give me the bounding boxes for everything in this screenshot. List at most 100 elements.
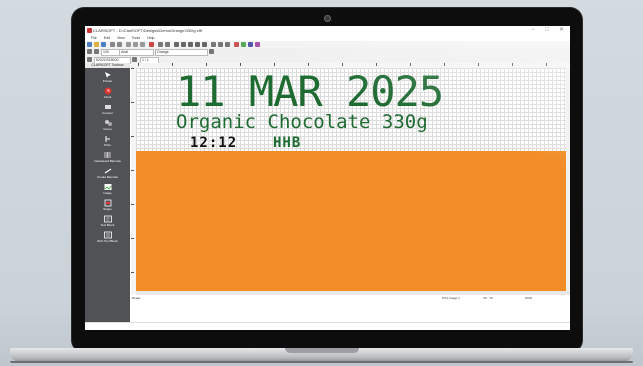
maximize-button[interactable]: □ xyxy=(545,26,549,35)
ruler-icon[interactable] xyxy=(218,42,223,47)
ruler-tick xyxy=(131,238,134,239)
connect-icon[interactable] xyxy=(241,42,246,47)
tool-interleaved-barcode[interactable]: Interleaved Barcode xyxy=(85,151,130,163)
next-icon[interactable] xyxy=(132,57,137,62)
ruler-tick xyxy=(131,68,134,69)
ruler-tick xyxy=(138,63,139,66)
zoom-out-icon[interactable] xyxy=(94,49,99,54)
save-icon[interactable] xyxy=(101,42,106,47)
tool-label: Price xyxy=(104,143,111,147)
cut-icon[interactable] xyxy=(126,42,131,47)
ruler-tick xyxy=(172,63,173,66)
ruler-tick xyxy=(131,170,134,171)
align-left-icon[interactable] xyxy=(174,42,179,47)
taskbar-area xyxy=(85,322,570,330)
ruler-tick xyxy=(240,63,241,66)
tool-label: Rich Text Block xyxy=(97,239,118,243)
tool-pointer[interactable]: Pointer xyxy=(85,71,130,83)
rich-text-block-icon xyxy=(103,231,112,239)
ruler-tick xyxy=(274,63,275,66)
tool-label: Text Block xyxy=(100,223,115,227)
field-select[interactable]: Orange xyxy=(155,49,208,56)
close-button[interactable]: ✕ xyxy=(559,26,564,35)
align-bottom-icon[interactable] xyxy=(202,42,207,47)
clock-icon xyxy=(104,87,112,95)
window-titlebar: CLARiSOFT - D:\ClariSOFT\Designs\Demo\Or… xyxy=(85,26,570,35)
tool-image[interactable]: Image xyxy=(85,183,130,195)
tool-rich-text-block[interactable]: Rich Text Block xyxy=(85,231,130,243)
ruler-tick xyxy=(444,63,445,66)
status-ready: Ready xyxy=(132,296,141,300)
font-select[interactable]: Arial xyxy=(119,49,154,56)
new-icon[interactable] xyxy=(87,42,92,47)
ruler-tick xyxy=(478,63,479,66)
laptop-notch xyxy=(285,348,359,353)
open-icon[interactable] xyxy=(94,42,99,47)
ruler-tick xyxy=(410,63,411,66)
align-top-icon[interactable] xyxy=(195,42,200,47)
counter-icon xyxy=(104,103,112,111)
preview-icon[interactable] xyxy=(117,42,122,47)
prev-icon[interactable] xyxy=(87,57,92,62)
minimize-button[interactable]: − xyxy=(531,26,535,35)
app-icon xyxy=(87,28,92,33)
ruler-tick xyxy=(546,63,547,66)
ruler-tick xyxy=(131,204,134,205)
status-printer: Print Image 1 xyxy=(442,296,460,300)
ruler-tick xyxy=(131,272,134,273)
send-icon[interactable] xyxy=(248,42,253,47)
design-canvas[interactable]: 11 MAR 2025 Organic Chocolate 330g 12:12… xyxy=(136,68,566,291)
date-text[interactable]: 11 MAR 2025 xyxy=(176,68,444,117)
tool-label: Clock xyxy=(103,95,112,99)
grid-icon[interactable] xyxy=(211,42,216,47)
ruler-tick xyxy=(376,63,377,66)
ruler-tick xyxy=(131,102,134,103)
time-text[interactable]: 12:12 xyxy=(190,134,237,152)
record-icon[interactable] xyxy=(234,42,239,47)
webcam xyxy=(324,15,331,22)
zoom-in-icon[interactable] xyxy=(87,49,92,54)
tool-create-barcode[interactable]: Create Barcode xyxy=(85,167,130,179)
tool-label: Image xyxy=(103,191,112,195)
status-mode: NUM xyxy=(525,296,532,300)
tool-label: Create Barcode xyxy=(96,175,118,179)
bold-icon[interactable] xyxy=(209,49,214,54)
tool-group[interactable]: Group xyxy=(85,119,130,131)
tool-shape[interactable]: Shape xyxy=(85,199,130,211)
zoom-field[interactable]: 100 xyxy=(101,49,120,56)
code-text[interactable]: HHB xyxy=(273,134,301,152)
undo-icon[interactable] xyxy=(158,42,163,47)
group-icon xyxy=(104,119,112,127)
pointer-icon xyxy=(104,71,112,79)
tool-label: Interleaved Barcode xyxy=(94,159,121,163)
align-center-icon[interactable] xyxy=(181,42,186,47)
app-screen: CLARiSOFT - D:\ClariSOFT\Designs\Demo\Or… xyxy=(85,26,570,330)
align-right-icon[interactable] xyxy=(188,42,193,47)
orange-band xyxy=(136,151,566,291)
print-icon[interactable] xyxy=(110,42,115,47)
text-block-icon xyxy=(103,215,112,223)
tool-counter[interactable]: Counter xyxy=(85,103,130,115)
copy-icon[interactable] xyxy=(133,42,138,47)
help-icon[interactable] xyxy=(255,42,260,47)
laptop-base-edge xyxy=(10,361,633,363)
ruler-tick xyxy=(342,63,343,66)
snap-icon[interactable] xyxy=(225,42,230,47)
tool-text-block[interactable]: Text Block xyxy=(85,215,130,227)
ruler-tick xyxy=(308,63,309,66)
tool-price[interactable]: Price xyxy=(85,135,130,147)
status-position: X0 : Y0 xyxy=(483,296,493,300)
paste-icon[interactable] xyxy=(140,42,145,47)
tool-clock[interactable]: Clock xyxy=(85,87,130,99)
image-icon xyxy=(104,183,112,191)
price-icon xyxy=(104,135,112,143)
product-text[interactable]: Organic Chocolate 330g xyxy=(176,111,428,133)
shape-icon xyxy=(104,199,112,207)
create-barcode-icon xyxy=(104,167,112,175)
tool-label: Counter xyxy=(102,111,113,115)
vertical-scrollbar[interactable] xyxy=(566,68,570,291)
toolbox-panel: CLARiSOFT Toolbox Pointer Clock Counter … xyxy=(85,63,130,322)
redo-icon[interactable] xyxy=(165,42,170,47)
delete-icon[interactable] xyxy=(149,42,154,47)
tool-label: Shape xyxy=(103,207,112,211)
